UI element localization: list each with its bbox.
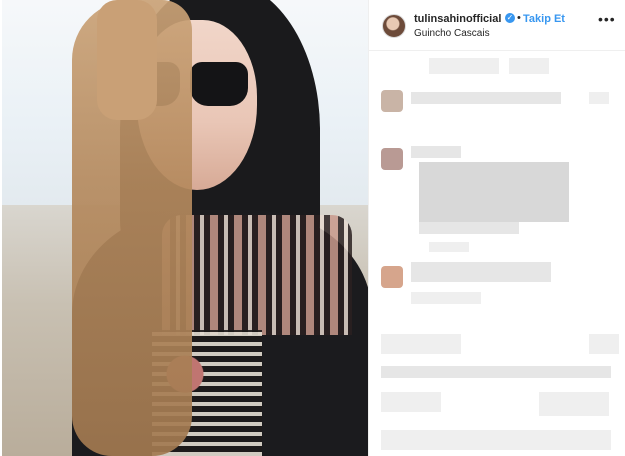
pixel-block bbox=[419, 162, 569, 222]
commenter-avatar bbox=[381, 148, 403, 170]
pixel-block bbox=[589, 334, 619, 354]
pixel-block bbox=[539, 392, 609, 416]
pixel-block bbox=[381, 392, 441, 412]
instagram-post-embed: tulinsahinofficial ✓ • Takip Et Guincho … bbox=[0, 0, 625, 456]
commenter-avatar bbox=[381, 266, 403, 288]
photo-hair-fringe bbox=[97, 0, 157, 120]
pixel-block bbox=[411, 292, 481, 304]
ellipsis-icon[interactable]: ••• bbox=[598, 11, 616, 27]
pixel-block bbox=[411, 262, 551, 282]
pixel-block bbox=[589, 92, 609, 104]
pixel-block bbox=[429, 58, 499, 74]
pixel-block bbox=[411, 92, 561, 104]
verified-badge-icon: ✓ bbox=[505, 13, 515, 23]
pixel-block bbox=[509, 58, 549, 74]
pixel-block bbox=[411, 146, 461, 158]
pixel-block bbox=[381, 430, 611, 450]
location-link[interactable]: Guincho Cascais bbox=[414, 28, 490, 39]
pixel-block bbox=[419, 222, 519, 234]
profile-avatar[interactable] bbox=[382, 14, 406, 38]
post-header: tulinsahinofficial ✓ • Takip Et Guincho … bbox=[369, 0, 625, 51]
follow-button[interactable]: Takip Et bbox=[523, 13, 565, 25]
header-separator: • bbox=[517, 12, 521, 24]
username-link[interactable]: tulinsahinofficial bbox=[414, 13, 501, 25]
pixel-block bbox=[429, 242, 469, 252]
post-side-panel: tulinsahinofficial ✓ • Takip Et Guincho … bbox=[368, 0, 625, 456]
commenter-avatar bbox=[381, 90, 403, 112]
pixel-block bbox=[381, 334, 461, 354]
pixel-block bbox=[381, 366, 611, 378]
post-photo[interactable] bbox=[2, 0, 368, 456]
